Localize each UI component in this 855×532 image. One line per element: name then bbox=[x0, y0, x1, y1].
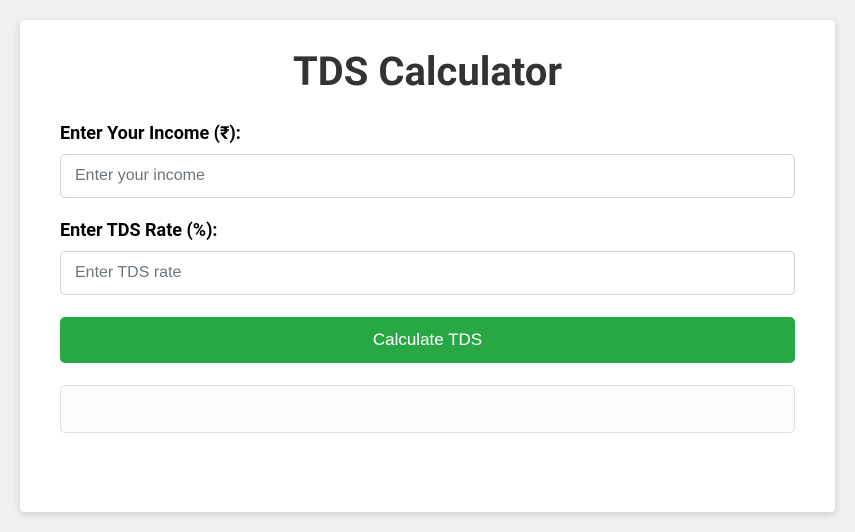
calculate-button[interactable]: Calculate TDS bbox=[60, 317, 795, 363]
calculator-card: TDS Calculator Enter Your Income (₹): En… bbox=[20, 20, 835, 512]
page-title: TDS Calculator bbox=[60, 48, 795, 95]
result-output bbox=[60, 385, 795, 433]
rate-input[interactable] bbox=[60, 251, 795, 295]
income-label: Enter Your Income (₹): bbox=[60, 123, 795, 144]
rate-group: Enter TDS Rate (%): bbox=[60, 220, 795, 295]
rate-label: Enter TDS Rate (%): bbox=[60, 220, 795, 241]
income-group: Enter Your Income (₹): bbox=[60, 123, 795, 198]
income-input[interactable] bbox=[60, 154, 795, 198]
